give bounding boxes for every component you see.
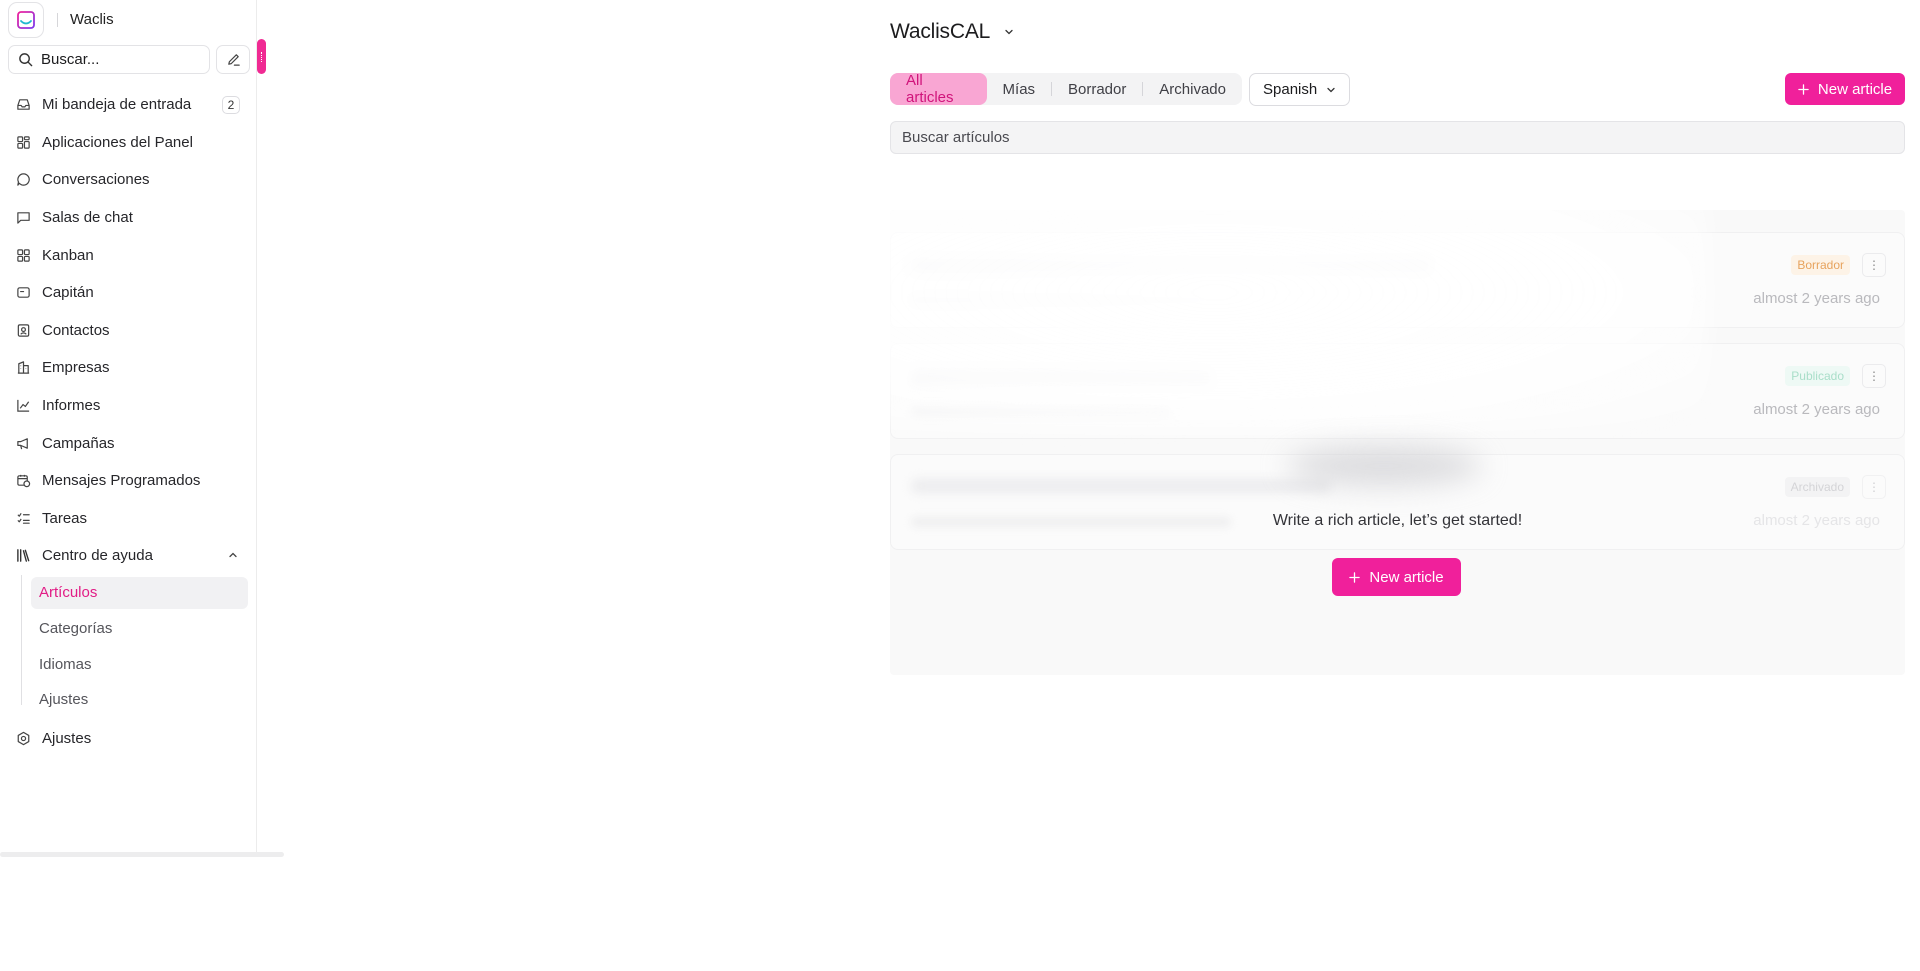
- app-logo-icon[interactable]: [8, 1, 44, 38]
- sidebar-item-inbox[interactable]: Mi bandeja de entrada 2: [0, 86, 256, 124]
- portal-title: WaclisCAL: [890, 20, 991, 43]
- chart-line-icon: [17, 399, 30, 412]
- tab-mine[interactable]: Mías: [987, 73, 1052, 105]
- pencil-icon: [227, 54, 240, 66]
- more-vertical-icon: ⋮: [1862, 475, 1886, 499]
- empty-state-button-label: New article: [1369, 568, 1444, 586]
- subnav-guide-line: [21, 574, 22, 705]
- more-vertical-icon: ⋮: [1862, 364, 1886, 388]
- compose-button[interactable]: [216, 45, 250, 74]
- sidebar-item-scheduled-messages[interactable]: Mensajes Programados: [0, 462, 256, 500]
- sidebar-item-settings[interactable]: Ajustes: [0, 719, 256, 757]
- subnav-item-locales[interactable]: Idiomas: [31, 648, 248, 680]
- chevron-down-icon: [1005, 29, 1013, 35]
- sidebar-item-label: Kanban: [42, 246, 94, 264]
- empty-state-message: Write a rich article, let’s get started!: [1272, 512, 1523, 529]
- sidebar-item-label: Informes: [42, 397, 101, 415]
- sidebar-item-label: Mensajes Programados: [42, 472, 201, 490]
- sidebar-item-label: Aplicaciones del Panel: [42, 133, 193, 151]
- subnav-item-portal-settings[interactable]: Ajustes: [31, 684, 248, 716]
- language-select-value: Spanish: [1263, 81, 1318, 98]
- status-badge: Publicado: [1785, 366, 1850, 386]
- building-icon: [17, 361, 30, 375]
- sidebar-item-label: Salas de chat: [42, 209, 133, 227]
- sidebar-nav: Mi bandeja de entrada 2 Aplicaciones del…: [0, 86, 256, 757]
- megaphone-icon: [17, 437, 28, 449]
- settings-icon: [17, 731, 30, 745]
- ghost-fade-overlay: [890, 210, 1710, 430]
- article-search-placeholder: Buscar artículos: [902, 129, 1010, 146]
- sidebar-item-label: Conversaciones: [42, 171, 150, 189]
- sidebar-item-reports[interactable]: Informes: [0, 387, 256, 425]
- brand-divider: [57, 12, 58, 27]
- article-filter-tabs: All articles Mías Borrador Archivado: [890, 72, 1242, 106]
- sidebar-item-label: Centro de ayuda: [42, 547, 153, 565]
- sidebar-item-label: Empresas: [42, 359, 110, 377]
- contacts-icon: [17, 324, 30, 337]
- bot-icon: [17, 287, 30, 299]
- sidebar-item-contacts[interactable]: Contactos: [0, 312, 256, 350]
- sidebar-item-label: Contactos: [42, 321, 110, 339]
- portal-switcher[interactable]: WaclisCAL: [890, 20, 1014, 44]
- help-center-subnav: Artículos Categorías Idiomas Ajustes: [21, 574, 256, 716]
- sidebar-item-kanban[interactable]: Kanban: [0, 236, 256, 274]
- sidebar-item-conversations[interactable]: Conversaciones: [0, 161, 256, 199]
- new-article-button[interactable]: New article: [1785, 73, 1905, 105]
- new-article-button-label: New article: [1817, 80, 1893, 98]
- sidebar-item-label: Capitán: [42, 284, 94, 302]
- sidebar-item-label: Tareas: [42, 509, 88, 527]
- sidebar-item-chat-rooms[interactable]: Salas de chat: [0, 199, 256, 237]
- empty-state-backdrop: Borrador ⋮ almost 2 years ago Publicado …: [890, 210, 1905, 675]
- kanban-icon: [17, 248, 30, 262]
- sidebar-search-input[interactable]: Buscar...: [8, 45, 210, 74]
- sidebar-resize-handle[interactable]: [257, 39, 266, 74]
- subnav-item-categories[interactable]: Categorías: [31, 612, 248, 644]
- sidebar: Waclis Buscar... Mi bandeja de entrada 2…: [0, 0, 257, 852]
- library-icon: [17, 549, 30, 563]
- sidebar-search-placeholder: Buscar...: [41, 51, 100, 68]
- plus-icon: [1798, 83, 1809, 95]
- language-select[interactable]: Spanish: [1249, 73, 1350, 106]
- subnav-item-articles[interactable]: Artículos: [31, 576, 248, 609]
- account-name[interactable]: Waclis: [70, 11, 114, 28]
- ghost-title: [911, 479, 1331, 493]
- chat-bubble-icon: [17, 173, 30, 187]
- sidebar-item-captain[interactable]: Capitán: [0, 274, 256, 312]
- chevron-down-icon: [1327, 87, 1335, 92]
- sidebar-item-label: Ajustes: [42, 729, 92, 747]
- article-updated-time: almost 2 years ago: [1753, 290, 1880, 307]
- sidebar-item-dashboard-apps[interactable]: Aplicaciones del Panel: [0, 124, 256, 162]
- tab-all-articles[interactable]: All articles: [890, 72, 987, 106]
- sidebar-item-tasks[interactable]: Tareas: [0, 500, 256, 538]
- tab-archived[interactable]: Archivado: [1143, 73, 1242, 105]
- sidebar-search-row: Buscar...: [0, 39, 256, 74]
- tab-draft[interactable]: Borrador: [1052, 73, 1142, 105]
- sidebar-item-label: Mi bandeja de entrada: [42, 96, 192, 114]
- status-badge: Borrador: [1791, 255, 1850, 275]
- brand: Waclis: [0, 0, 256, 39]
- sidebar-item-campaigns[interactable]: Campañas: [0, 424, 256, 462]
- article-updated-time: almost 2 years ago: [1753, 401, 1880, 418]
- sidebar-item-label: Campañas: [42, 434, 115, 452]
- inbox-icon: [17, 99, 30, 111]
- calendar-clock-icon: [17, 475, 31, 488]
- plus-icon: [1349, 571, 1361, 583]
- sidebar-item-companies[interactable]: Empresas: [0, 349, 256, 387]
- apps-icon: [17, 136, 30, 149]
- empty-state-new-article-button[interactable]: New article: [1332, 558, 1461, 596]
- horizontal-scrollbar[interactable]: [0, 852, 284, 857]
- sidebar-item-help-center[interactable]: Centro de ayuda: [0, 537, 256, 575]
- chevron-up-icon[interactable]: [228, 550, 238, 560]
- article-search-input[interactable]: Buscar artículos: [890, 121, 1905, 154]
- ghost-shadow: [1286, 446, 1482, 486]
- more-vertical-icon: ⋮: [1862, 253, 1886, 277]
- status-badge: Archivado: [1784, 477, 1850, 497]
- inbox-count-badge: 2: [222, 96, 240, 114]
- message-square-icon: [17, 212, 30, 224]
- tasks-icon: [17, 512, 30, 524]
- search-icon: [19, 53, 33, 67]
